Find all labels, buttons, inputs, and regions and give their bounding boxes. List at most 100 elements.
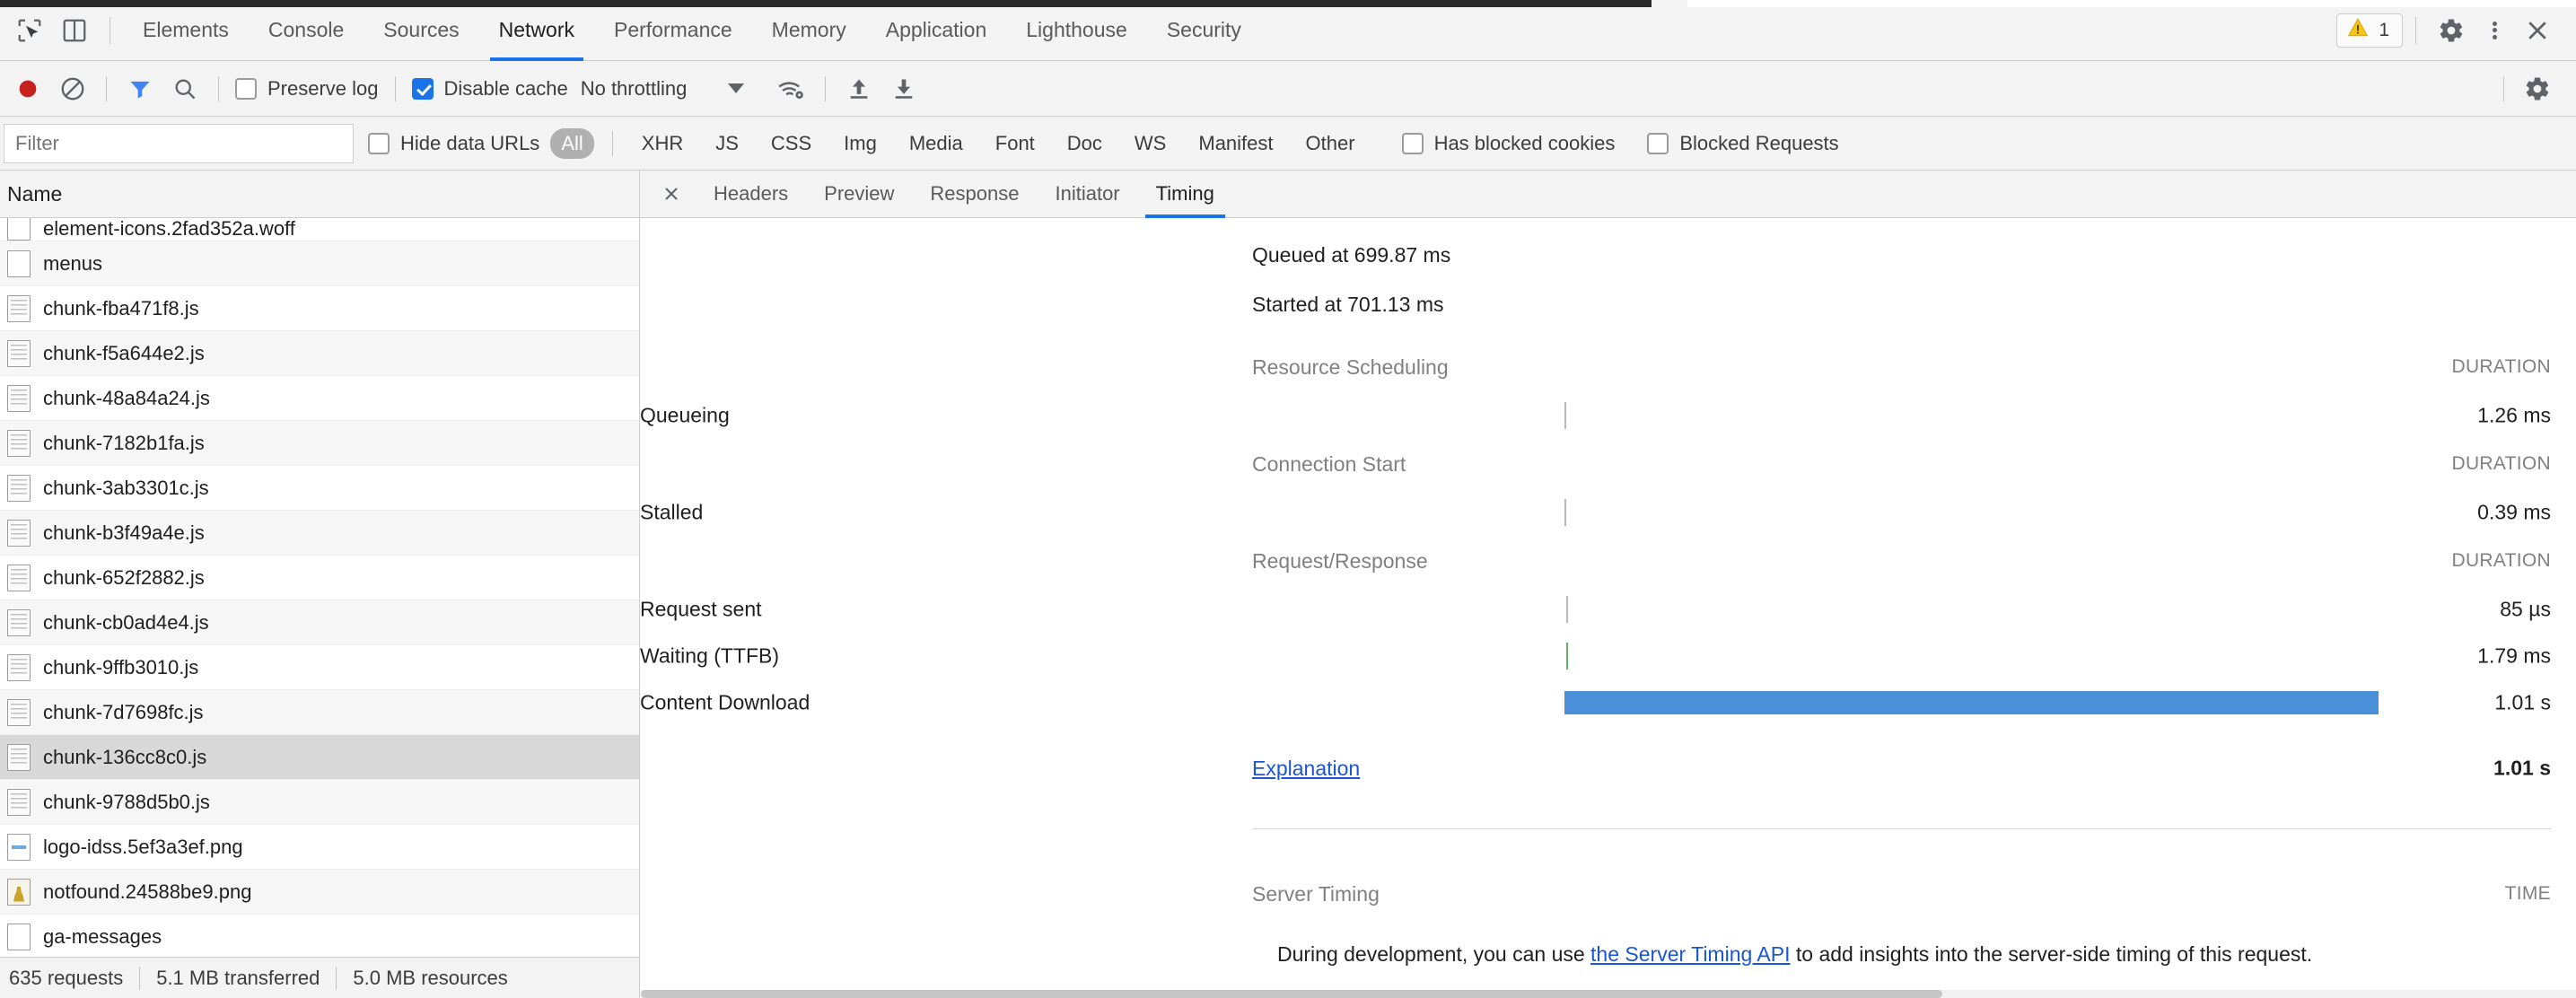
request-name: chunk-fba471f8.js [43, 296, 199, 320]
timing-row-duration: 1.26 ms [2477, 403, 2551, 427]
tab-response[interactable]: Response [912, 171, 1037, 217]
note-text-after: to add insights into the server-side tim… [1790, 942, 2313, 966]
table-row[interactable]: chunk-3ab3301c.js [0, 466, 639, 511]
table-row[interactable]: chunk-b3f49a4e.js [0, 511, 639, 556]
close-icon[interactable] [2515, 8, 2560, 53]
table-row-selected[interactable]: chunk-136cc8c0.js [0, 735, 639, 780]
has-blocked-cookies-checkbox[interactable]: Has blocked cookies [1397, 132, 1621, 155]
table-row[interactable]: notfound.24588be9.png [0, 870, 639, 915]
server-timing-api-link[interactable]: the Server Timing API [1590, 942, 1790, 966]
filter-input[interactable] [4, 123, 354, 163]
type-filter-js[interactable]: JS [705, 128, 749, 159]
request-rows[interactable]: element-icons.2fad352a.woff menus chunk-… [0, 218, 639, 998]
tab-memory[interactable]: Memory [752, 0, 866, 60]
network-toolbar: Preserve log Disable cache No throttling [0, 61, 2576, 117]
disable-cache-checkbox[interactable]: Disable cache [407, 77, 574, 101]
blocked-requests-label: Blocked Requests [1679, 131, 1839, 154]
gear-icon[interactable] [2429, 8, 2474, 53]
blocked-requests-checkbox-box[interactable] [1647, 132, 1669, 154]
request-name: ga-messages [43, 924, 162, 948]
hide-data-urls-checkbox-box[interactable] [368, 132, 390, 154]
tab-network-label: Network [498, 18, 574, 41]
network-settings-gear-icon[interactable] [2515, 66, 2560, 111]
tab-application[interactable]: Application [866, 0, 1007, 60]
timing-bar [1564, 402, 1566, 429]
tab-sources[interactable]: Sources [364, 0, 478, 60]
search-icon[interactable] [162, 66, 207, 111]
timing-bar [1566, 643, 1568, 670]
throttling-dropdown[interactable]: No throttling [574, 77, 745, 101]
wifi-gear-icon[interactable] [769, 66, 814, 111]
timing-bar-track [1564, 596, 2379, 623]
tab-preview[interactable]: Preview [806, 171, 912, 217]
record-button[interactable] [5, 66, 50, 111]
network-body: Name element-icons.2fad352a.woff menus c… [0, 171, 2576, 998]
tab-lighthouse[interactable]: Lighthouse [1006, 0, 1147, 60]
disable-cache-checkbox-box[interactable] [411, 77, 434, 100]
timing-row-waiting-ttfb: Waiting (TTFB) 1.79 ms [640, 633, 2576, 679]
table-row[interactable]: chunk-9ffb3010.js [0, 645, 639, 690]
filter-funnel-icon[interactable] [118, 66, 162, 111]
table-row[interactable]: chunk-f5a644e2.js [0, 331, 639, 376]
table-row[interactable]: chunk-9788d5b0.js [0, 780, 639, 825]
tab-initiator[interactable]: Initiator [1037, 171, 1137, 217]
inspect-element-icon[interactable] [7, 8, 52, 53]
request-name: chunk-7182b1fa.js [43, 431, 205, 454]
tab-headers[interactable]: Headers [696, 171, 806, 217]
timing-row-duration: 85 µs [2500, 597, 2551, 621]
request-name: chunk-652f2882.js [43, 565, 205, 589]
image-preview-icon [7, 878, 31, 906]
clear-button[interactable] [50, 66, 95, 111]
type-filter-css[interactable]: CSS [760, 128, 822, 159]
type-filter-other[interactable]: Other [1295, 128, 1366, 159]
tab-performance[interactable]: Performance [594, 0, 752, 60]
table-row[interactable]: chunk-48a84a24.js [0, 376, 639, 421]
timing-row-request-sent: Request sent 85 µs [640, 586, 2576, 633]
warning-count-badge[interactable]: 1 [2336, 13, 2403, 48]
table-row[interactable]: chunk-cb0ad4e4.js [0, 600, 639, 645]
scrollbar-thumb[interactable] [641, 990, 1942, 998]
table-row[interactable]: chunk-7d7698fc.js [0, 690, 639, 735]
horizontal-scrollbar[interactable] [641, 990, 2576, 998]
type-filter-media[interactable]: Media [898, 128, 974, 159]
close-detail-icon[interactable] [647, 171, 696, 217]
type-filter-all[interactable]: All [550, 127, 594, 159]
tab-network[interactable]: Network [479, 0, 594, 61]
table-row[interactable]: chunk-fba471f8.js [0, 286, 639, 331]
type-filter-ws[interactable]: WS [1124, 128, 1177, 159]
explanation-link[interactable]: Explanation [1252, 757, 1360, 781]
table-row[interactable]: menus [0, 241, 639, 286]
tab-elements[interactable]: Elements [123, 0, 249, 60]
request-name: chunk-9788d5b0.js [43, 790, 210, 813]
chevron-down-icon [728, 83, 745, 93]
table-row[interactable]: element-icons.2fad352a.woff [0, 218, 639, 241]
tab-console[interactable]: Console [249, 0, 364, 60]
table-row[interactable]: ga-messages [0, 915, 639, 959]
type-filter-img[interactable]: Img [833, 128, 888, 159]
more-vertical-icon[interactable] [2474, 10, 2515, 51]
hide-data-urls-checkbox[interactable]: Hide data URLs [363, 132, 545, 155]
type-filter-xhr[interactable]: XHR [631, 128, 694, 159]
export-har-icon[interactable] [881, 66, 926, 111]
preserve-log-checkbox[interactable]: Preserve log [230, 77, 384, 101]
table-row[interactable]: chunk-652f2882.js [0, 556, 639, 600]
preserve-log-checkbox-box[interactable] [235, 77, 257, 100]
type-filter-font[interactable]: Font [985, 128, 1046, 159]
blocked-requests-checkbox[interactable]: Blocked Requests [1642, 132, 1844, 155]
network-status-bar: 635 requests 5.1 MB transferred 5.0 MB r… [0, 957, 639, 998]
type-filter-doc[interactable]: Doc [1056, 128, 1113, 159]
import-har-icon[interactable] [837, 66, 881, 111]
type-filter-manifest[interactable]: Manifest [1187, 128, 1284, 159]
tab-timing[interactable]: Timing [1138, 171, 1232, 218]
tab-lighthouse-label: Lighthouse [1026, 18, 1127, 41]
has-blocked-cookies-checkbox-box[interactable] [1401, 132, 1424, 154]
tab-security[interactable]: Security [1147, 0, 1261, 60]
table-row[interactable]: chunk-7182b1fa.js [0, 421, 639, 466]
timing-row-duration: 1.79 ms [2477, 643, 2551, 668]
tab-performance-label: Performance [614, 18, 732, 41]
table-row[interactable]: logo-idss.5ef3a3ef.png [0, 825, 639, 870]
panel-tabs: Elements Console Sources Network Perform… [123, 0, 1261, 61]
tab-sources-label: Sources [383, 18, 460, 41]
image-file-icon [7, 833, 31, 861]
device-toolbar-icon[interactable] [52, 8, 97, 53]
